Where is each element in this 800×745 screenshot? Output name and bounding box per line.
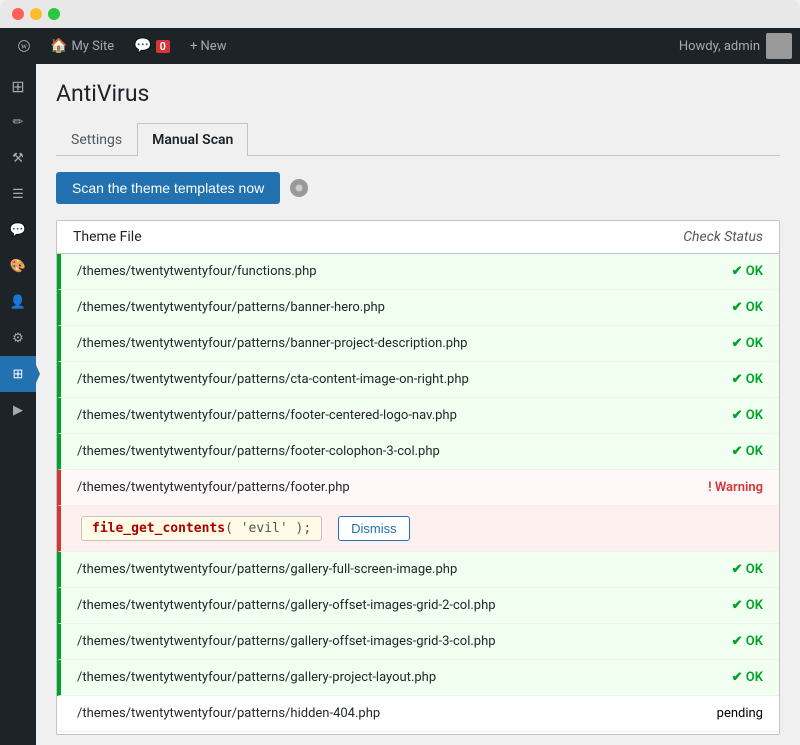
table-row: /themes/twentytwentyfour/patterns/galler…: [57, 552, 779, 588]
dismiss-button[interactable]: Dismiss: [338, 516, 410, 541]
col-file-label: Theme File: [73, 229, 142, 245]
comments-count: 0: [156, 40, 170, 53]
wp-logo[interactable]: W: [8, 28, 40, 64]
status-badge: ✔ OK: [732, 372, 763, 387]
file-path: /themes/twentytwentyfour/patterns/galler…: [77, 562, 457, 577]
main-content: AntiVirus Settings Manual Scan Scan the …: [36, 64, 800, 745]
table-row: /themes/twentytwentyfour/patterns/hidden…: [57, 696, 779, 732]
status-badge: ✔ OK: [732, 562, 763, 577]
table-row: /themes/twentytwentyfour/patterns/cta-co…: [57, 362, 779, 398]
sidebar-icon-pages[interactable]: ☰: [0, 176, 36, 212]
page-title: AntiVirus: [56, 80, 780, 107]
status-badge: ✔ OK: [732, 598, 763, 613]
table-body: /themes/twentytwentyfour/functions.php ✔…: [57, 254, 779, 734]
status-badge: ✔ OK: [732, 670, 763, 685]
table-row: /themes/twentytwentyfour/patterns/footer…: [57, 398, 779, 434]
site-name: My Site: [71, 39, 114, 54]
table-row: /themes/twentytwentyfour/patterns/hidden…: [57, 732, 779, 734]
minimize-button[interactable]: [30, 8, 42, 20]
comments-link[interactable]: 💬 0: [124, 28, 180, 64]
scan-status-icon: [290, 179, 308, 197]
file-path: /themes/twentytwentyfour/patterns/galler…: [77, 670, 436, 685]
sidebar: ⊞ ✏ ⚒ ☰ 💬 🎨 👤 ⚙ ⊞ ▶: [0, 64, 36, 745]
scan-area: Scan the theme templates now: [56, 172, 780, 204]
tab-manual-scan[interactable]: Manual Scan: [137, 123, 248, 156]
table-row: /themes/twentytwentyfour/patterns/footer…: [57, 470, 779, 506]
table-header: Theme File Check Status: [57, 221, 779, 254]
status-badge: ✔ OK: [732, 634, 763, 649]
warning-detail-content: file_get_contents( 'evil' ); Dismiss: [81, 516, 763, 541]
table-row: /themes/twentytwentyfour/functions.php ✔…: [57, 254, 779, 290]
sidebar-icon-dashboard[interactable]: ⊞: [0, 68, 36, 104]
file-path: /themes/twentytwentyfour/patterns/hidden…: [77, 706, 380, 721]
scan-button[interactable]: Scan the theme templates now: [56, 172, 280, 204]
file-path: /themes/twentytwentyfour/patterns/banner…: [77, 300, 385, 315]
sidebar-icon-posts[interactable]: ✏: [0, 104, 36, 140]
table-row-warning-detail: file_get_contents( 'evil' ); Dismiss: [57, 506, 779, 552]
sidebar-icon-settings[interactable]: ⚙: [0, 320, 36, 356]
status-badge: ✔ OK: [732, 444, 763, 459]
table-row: /themes/twentytwentyfour/patterns/galler…: [57, 588, 779, 624]
window-chrome: [0, 0, 800, 28]
sidebar-icon-tools[interactable]: ⚒: [0, 140, 36, 176]
table-row: /themes/twentytwentyfour/patterns/galler…: [57, 624, 779, 660]
wp-layout: ⊞ ✏ ⚒ ☰ 💬 🎨 👤 ⚙ ⊞ ▶ AntiVirus Settings M…: [0, 64, 800, 745]
file-path: /themes/twentytwentyfour/patterns/galler…: [77, 598, 496, 613]
comment-bubble-icon: 💬: [134, 38, 151, 54]
tab-settings[interactable]: Settings: [56, 123, 137, 156]
scan-table: Theme File Check Status /themes/twentytw…: [56, 220, 780, 735]
svg-text:W: W: [21, 44, 27, 50]
code-function: file_get_contents: [92, 521, 225, 536]
file-path: /themes/twentytwentyfour/patterns/cta-co…: [77, 372, 469, 387]
table-row: /themes/twentytwentyfour/patterns/footer…: [57, 434, 779, 470]
status-badge: ✔ OK: [732, 336, 763, 351]
new-label: + New: [190, 39, 227, 54]
file-path: /themes/twentytwentyfour/functions.php: [77, 264, 317, 279]
file-path: /themes/twentytwentyfour/patterns/footer…: [77, 408, 457, 423]
table-row: /themes/twentytwentyfour/patterns/banner…: [57, 326, 779, 362]
admin-bar-right: Howdy, admin: [679, 33, 792, 59]
file-path: /themes/twentytwentyfour/patterns/footer…: [77, 444, 440, 459]
my-site-link[interactable]: 🏠 My Site: [40, 28, 124, 64]
code-snippet: file_get_contents( 'evil' );: [81, 516, 322, 541]
nav-tabs: Settings Manual Scan: [56, 123, 780, 156]
new-content-link[interactable]: + New: [180, 28, 237, 64]
status-badge: ! Warning: [708, 480, 763, 495]
file-path: /themes/twentytwentyfour/patterns/banner…: [77, 336, 467, 351]
col-status-label: Check Status: [683, 229, 763, 245]
maximize-button[interactable]: [48, 8, 60, 20]
status-badge: pending: [717, 706, 763, 721]
avatar[interactable]: [766, 33, 792, 59]
status-badge: ✔ OK: [732, 264, 763, 279]
sidebar-icon-users[interactable]: 👤: [0, 284, 36, 320]
sidebar-icon-comments[interactable]: 💬: [0, 212, 36, 248]
status-badge: ✔ OK: [732, 408, 763, 423]
file-path: /themes/twentytwentyfour/patterns/footer…: [77, 480, 350, 495]
home-icon: 🏠: [50, 38, 67, 54]
sidebar-icon-appearance[interactable]: 🎨: [0, 248, 36, 284]
file-path: /themes/twentytwentyfour/patterns/galler…: [77, 634, 496, 649]
table-row: /themes/twentytwentyfour/patterns/galler…: [57, 660, 779, 696]
sidebar-icon-media[interactable]: ▶: [0, 392, 36, 428]
sidebar-icon-antivirus[interactable]: ⊞: [0, 356, 36, 392]
close-button[interactable]: [12, 8, 24, 20]
status-badge: ✔ OK: [732, 300, 763, 315]
howdy-text: Howdy, admin: [679, 39, 760, 54]
admin-bar: W 🏠 My Site 💬 0 + New Howdy, admin: [0, 28, 800, 64]
table-row: /themes/twentytwentyfour/patterns/banner…: [57, 290, 779, 326]
code-args: ( 'evil' );: [225, 521, 311, 536]
